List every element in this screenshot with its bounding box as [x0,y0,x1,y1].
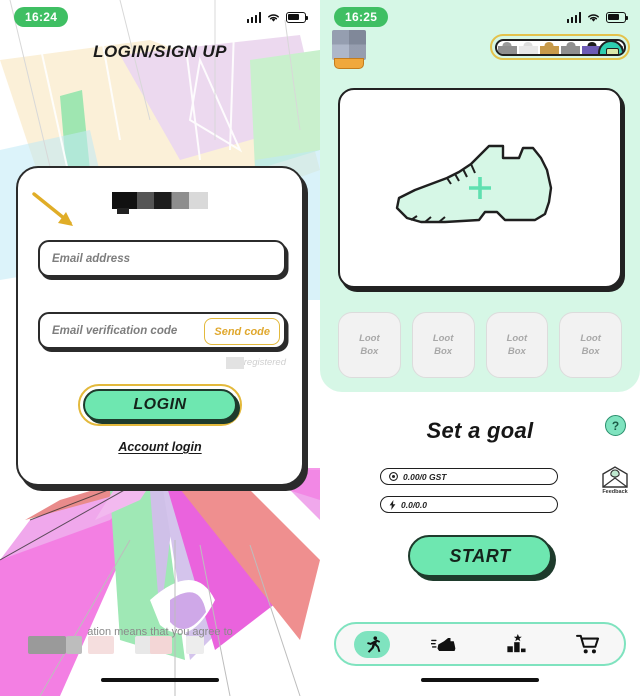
cart-icon [576,634,600,653]
avatar-badge [334,58,364,69]
code-placeholder: Email verification code [52,324,178,337]
battery-icon [286,11,309,23]
registered-note-row: registered [38,356,286,369]
token-item [497,41,518,54]
tab-active-indicator [354,630,390,658]
battery-icon [606,11,629,23]
feedback-label: Feedback [602,489,628,495]
signal-bars-icon [566,11,581,23]
page-title: LOGIN/SIGN UP [93,42,227,61]
terms-text: ation means that you agree to [87,626,233,638]
status-bar-left: 16:24 [0,0,320,34]
gst-goal-bar[interactable]: 0.00/0 GST [380,468,558,485]
blurred-text [225,356,244,369]
leaderboard-icon [507,634,526,653]
terms-footer: ation means that you agree to [0,626,320,654]
avatar-image [332,30,366,60]
send-code-button[interactable]: Send code [204,318,280,345]
blurred-heading [112,192,208,214]
loot-box-slot[interactable]: Loot Box [411,312,475,378]
coin-icon [389,472,398,481]
energy-bolt-icon [389,499,396,510]
status-time: 16:24 [14,7,69,27]
account-login-link[interactable]: Account login [18,440,302,454]
tab-sneakers[interactable] [408,624,480,664]
wifi-icon [268,13,279,22]
login-button[interactable]: LOGIN [78,384,242,426]
help-button[interactable]: ? [605,415,626,436]
energy-goal-value: 0.0/0.0 [401,499,427,510]
login-button-label: LOGIN [83,389,237,421]
loot-box-label-line1: Loot [580,333,601,344]
loot-box-label-line1: Loot [506,333,528,344]
loot-box-label-line2: Box [360,346,379,357]
loot-box-label-line2: Box [581,346,600,357]
gst-goal-value: 0.00/0 GST [403,471,447,482]
feedback-button[interactable]: Feedback [600,466,630,495]
goal-section-title: Set a goal [426,418,534,443]
status-icons [246,11,309,23]
feedback-envelope-icon [602,466,628,488]
status-bar-right: 16:25 [320,0,640,34]
avatar[interactable] [332,30,366,69]
login-card: Email address Email verification code Se… [16,166,304,486]
wifi-icon [588,13,599,22]
email-placeholder: Email address [52,252,130,265]
home-indicator [101,677,219,682]
login-screen: 16:24 LOGIN/SIGN UP Email address Email … [0,0,320,696]
signal-bars-icon [246,11,261,23]
token-item [539,41,560,54]
runner-icon [366,635,380,653]
loot-box-label-line1: Loot [359,333,380,344]
token-item [560,41,581,54]
start-button[interactable]: START [408,535,552,577]
tab-leaderboard[interactable] [480,624,552,664]
token-list [494,38,626,56]
home-screen: 16:25 Loot Box Loot Box Loot Box Loot Bo… [320,0,640,696]
registered-label: registered [243,357,286,368]
loot-box-label-line2: Box [434,346,453,357]
loot-box-row: Loot Box Loot Box Loot Box Loot Box [338,312,622,378]
blurred-terms-overlay [0,636,320,658]
plus-icon [469,177,491,199]
email-field[interactable]: Email address [38,240,286,277]
loot-box-label-line2: Box [507,346,526,357]
dual-screenshot: 16:24 LOGIN/SIGN UP Email address Email … [0,0,640,696]
loot-box-slot[interactable]: Loot Box [559,312,622,378]
token-item [518,41,539,54]
tab-cart[interactable] [552,624,624,664]
status-icons [566,11,629,23]
token-balance-pill[interactable] [490,34,630,60]
tab-run[interactable] [336,624,408,664]
shoe-card[interactable] [338,88,622,288]
status-time: 16:25 [334,7,389,27]
arrow-annotation-icon [32,192,73,226]
verification-code-field[interactable]: Email verification code Send code [38,312,286,349]
loot-box-label-line1: Loot [432,333,454,344]
loot-box-slot[interactable]: Loot Box [338,312,401,378]
bottom-tab-bar [334,622,626,666]
energy-goal-bar[interactable]: 0.0/0.0 [380,496,558,513]
home-indicator [421,677,539,682]
sneaker-icon [431,637,456,651]
loot-box-slot[interactable]: Loot Box [485,312,549,378]
